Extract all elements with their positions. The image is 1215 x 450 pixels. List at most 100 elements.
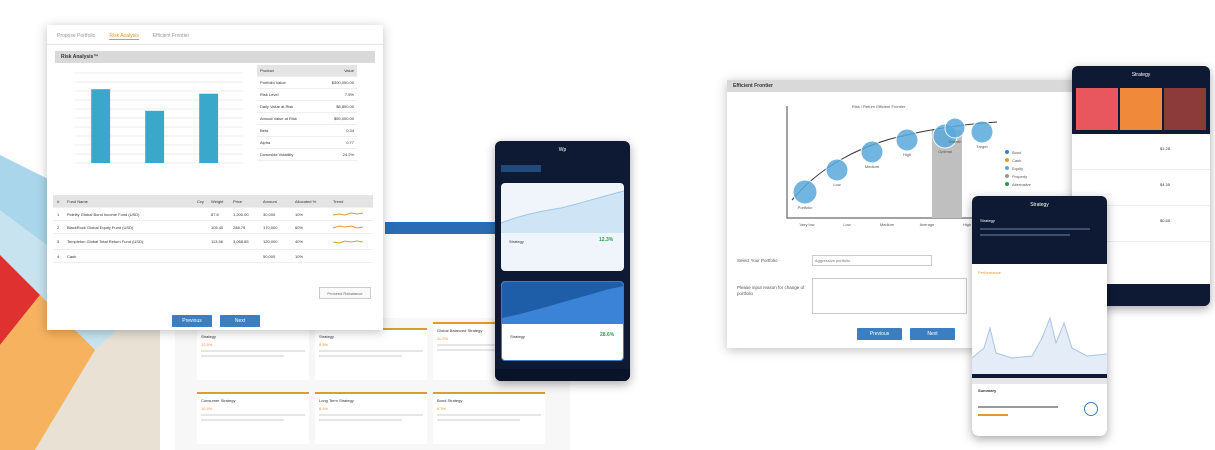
tab-propose-portfolio[interactable]: Propose Portfolio [57,33,95,40]
metric-label: Risk Level [260,92,279,97]
phone-title: Strategy [1131,72,1151,78]
trend-sparkline [333,212,363,216]
table-row: Annual Value at Risk $59,000.00 [257,113,357,125]
header-cell: Trend [333,198,344,204]
risk-bar-chart [75,72,243,164]
table-row[interactable]: 4 Cash 50,000 10% [53,250,373,263]
bubble-label: High [903,152,911,157]
strategy-card-value: 10.4% [201,406,213,411]
frontier-curve [791,121,998,201]
strategy-card-name: Strategy [509,239,524,244]
tab-efficient-frontier[interactable]: Efficient Frontier [153,33,189,40]
header-cell: Value [344,68,354,73]
mobile-app-left: Wp Strategy 12.3% Strategy 28.6% [495,141,630,381]
x-tick-label: Low [843,222,850,227]
rebalance-button[interactable]: Proceed Rebalance [319,287,371,299]
legend-label: Equity [1012,166,1023,171]
bar [145,110,165,163]
row-index: 4 [57,253,60,259]
row-index: 2 [57,224,60,230]
window-tabs: Propose Portfolio Risk Analysis Efficien… [47,25,383,45]
phone-tab-badge [501,165,541,172]
bubble-label: Growth [949,139,962,144]
strategy-card-value: 6.3% [437,406,447,411]
table-row[interactable]: 1 Fidelity Global Bond Income Fund (USD)… [53,208,373,221]
strategy-card-value: 12.5% [201,342,213,347]
x-tick-label: Medium [880,222,895,227]
header-cell: Fund Name [67,198,88,204]
table-row: Risk Level 7.5% [257,89,357,101]
strategy-card[interactable]: Strategy 12.5% [197,328,309,380]
table-row[interactable]: 3 Templeton Global Total Return Fund (US… [53,234,373,250]
portfolio-bubble [825,158,849,182]
fund-amount: 30,000 [263,211,276,217]
legend-label: Bond [1012,150,1021,155]
fund-price: 288.75 [233,224,246,230]
portfolio-bubble [944,117,966,139]
next-button[interactable]: Next [220,315,260,327]
portfolio-bubble [860,140,884,164]
header-cell: Amount [263,198,277,204]
x-tick-label: Very low [799,222,814,227]
strategy-card-value: 8.6% [319,406,329,411]
fund-weight: 113.56 [211,239,223,244]
fund-amount: 170,000 [263,224,278,230]
header-cell: Ccy [197,198,204,204]
legend-label: Property [1012,174,1027,179]
summary-tile[interactable] [1164,88,1206,130]
refresh-icon[interactable] [1084,402,1098,416]
strategy-card-title: Strategy [319,334,334,339]
metric-value: 7.5% [344,92,354,97]
previous-button[interactable]: Previous [172,315,212,327]
metric-value: $300,000.00 [331,80,354,85]
metric-label: Downside Volatility [260,152,294,157]
tab-risk-analysis[interactable]: Risk Analysis [109,33,139,40]
table-row: Daily Value at Risk $8,800.00 [257,101,357,113]
trend-sparkline [333,239,363,244]
phone-title: Wp [558,147,567,153]
metric-label: Beta [260,128,269,133]
table-row[interactable]: 2 BlackRock Global Equity Fund (USD) 105… [53,221,373,234]
metric-value: 24.2% [342,152,354,157]
metric-value: 0.34 [346,128,354,133]
bottom-nav[interactable] [495,369,630,381]
legend-label: Alternative [1012,182,1032,187]
fund-name: Templeton Global Total Return Fund (USD) [67,239,144,244]
portfolio-bubble [792,179,818,205]
fund-allocated: 40% [295,239,304,244]
table-row: Alpha 0.77 [257,137,357,149]
previous-button[interactable]: Previous [857,328,902,340]
strategy-card[interactable]: Bond Strategy 6.3% [433,392,545,444]
strategy-card-value: 28.6% [600,332,615,338]
fund-name: Fidelity Global Bond Income Fund (USD) [67,211,140,217]
select-portfolio-label: Select Your Portfolio [737,258,778,263]
fund-allocated: 10% [295,253,304,259]
metric-value: $8,800.00 [336,104,354,109]
summary-tile[interactable] [1120,88,1162,130]
fund-price: 1,200.00 [233,211,249,217]
bar [91,89,111,163]
bubble-label: Optimal [938,149,952,154]
reason-textarea[interactable] [812,278,967,314]
summary-tile[interactable] [1076,88,1118,130]
strategy-card-value: 12.3% [599,237,614,243]
table-row: Beta 0.34 [257,125,357,137]
bar [199,93,219,163]
row-index: 1 [57,211,60,217]
legend-label: Cash [1012,158,1021,163]
next-button[interactable]: Next [910,328,955,340]
risk-metrics-table: Product Value Portfolio Value $300,000.00… [257,65,357,161]
strategy-card[interactable]: Strategy 12.3% [501,183,624,271]
table-header: # Fund Name Ccy Weight Price Amount Allo… [53,195,373,208]
strategy-area-chart [501,190,624,233]
fund-weight: 105.40 [211,224,224,230]
metric-value: 0.77 [346,140,354,145]
fund-price: 3,068.85 [233,239,249,244]
strategy-card[interactable]: Long Term Strategy 8.6% [315,392,427,444]
strategy-card[interactable]: Consumer Strategy 10.4% [197,392,309,444]
portfolio-select[interactable]: Aggressive portfolio [812,255,932,266]
strategy-area-chart [502,282,623,324]
list-item[interactable]: $1.28 [1072,134,1210,170]
strategy-card[interactable]: Strategy 9.8% [315,328,427,380]
strategy-card[interactable]: Strategy 28.6% [501,281,624,361]
